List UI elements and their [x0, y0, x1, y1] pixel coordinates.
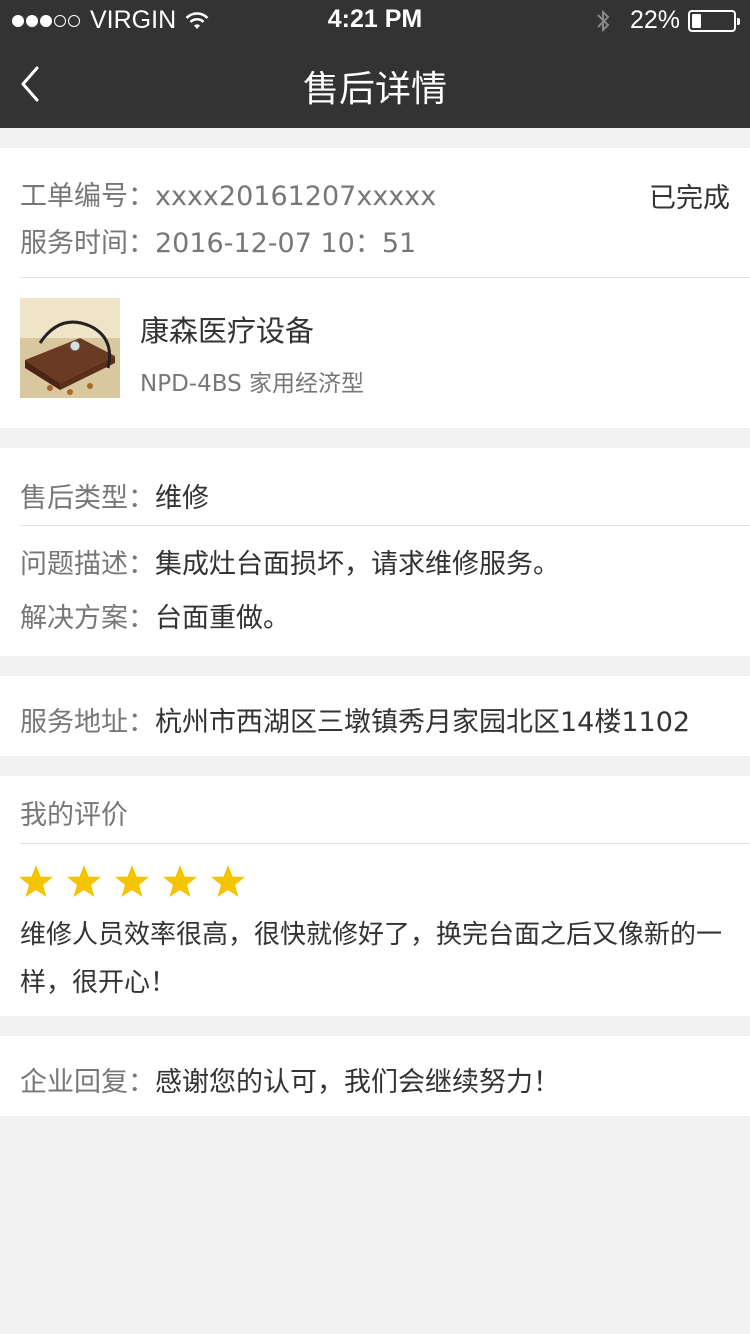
review-text: 维修人员效率很高，很快就修好了，换完台面之后又像新的一样，很开心！: [20, 920, 723, 998]
order-number-value: xxxx20161207xxxxx: [155, 181, 437, 212]
order-number-label: 工单编号：: [20, 181, 155, 212]
problem-row: 问题描述：集成灶台面损坏，请求维修服务。: [20, 542, 560, 581]
divider: [20, 843, 750, 844]
address-value: 杭州市西湖区三墩镇秀月家园北区14楼1102: [155, 707, 691, 738]
star-icon: [163, 865, 197, 897]
product-photo-icon: [20, 298, 120, 398]
page-title: 售后详情: [302, 69, 447, 110]
address-card: 服务地址：杭州市西湖区三墩镇秀月家园北区14楼1102: [0, 676, 750, 756]
service-card: 售后类型：维修 问题描述：集成灶台面损坏，请求维修服务。 解决方案：台面重做。: [0, 448, 750, 656]
service-time-value: 2016-12-07 10：51: [155, 228, 417, 259]
review-card: 我的评价 维修人员效率很高，很快就修好了，换完台面之后又像新的一样，很开心！: [0, 776, 750, 1016]
reply-card: 企业回复：感谢您的认可，我们会继续努力！: [0, 1036, 750, 1116]
order-number-row: 工单编号：xxxx20161207xxxxx: [20, 174, 436, 213]
review-title: 我的评价: [20, 800, 128, 831]
solution-row: 解决方案：台面重做。: [20, 596, 290, 635]
bluetooth-icon: [597, 9, 610, 32]
service-type-value: 维修: [155, 483, 209, 514]
status-bar: VIRGIN 4:21 PM 22%: [0, 0, 750, 40]
star-icon: [211, 865, 245, 897]
product-name: 康森医疗设备: [140, 314, 315, 348]
reply-label: 企业回复：: [20, 1067, 155, 1098]
battery-icon: [688, 9, 740, 32]
divider: [20, 525, 750, 526]
address-row: 服务地址：杭州市西湖区三墩镇秀月家园北区14楼1102: [20, 700, 690, 739]
star-rating: [18, 864, 258, 898]
service-type-row: 售后类型：维修: [20, 476, 209, 515]
service-time-row: 服务时间：2016-12-07 10：51: [20, 221, 416, 260]
problem-value: 集成灶台面损坏，请求维修服务。: [155, 549, 560, 580]
solution-value: 台面重做。: [155, 603, 290, 634]
status-right: 22%: [596, 6, 740, 35]
reply-value: 感谢您的认可，我们会继续努力！: [155, 1067, 560, 1098]
service-time-label: 服务时间：: [20, 228, 155, 259]
battery-percent: 22%: [629, 6, 680, 34]
star-icon: [19, 865, 53, 897]
nav-bar: 售后详情: [0, 40, 750, 128]
product-model: NPD-4BS 家用经济型: [140, 371, 365, 397]
star-icon: [67, 865, 101, 897]
reply-row: 企业回复：感谢您的认可，我们会继续努力！: [20, 1060, 560, 1099]
solution-label: 解决方案：: [20, 603, 155, 634]
problem-label: 问题描述：: [20, 549, 155, 580]
star-icon: [115, 865, 149, 897]
status-badge: 已完成: [649, 183, 730, 214]
product-image[interactable]: [20, 298, 120, 398]
divider: [20, 277, 750, 278]
order-card: 工单编号：xxxx20161207xxxxx 已完成 服务时间：2016-12-…: [0, 148, 750, 428]
service-type-label: 售后类型：: [20, 483, 155, 514]
address-label: 服务地址：: [20, 707, 155, 738]
